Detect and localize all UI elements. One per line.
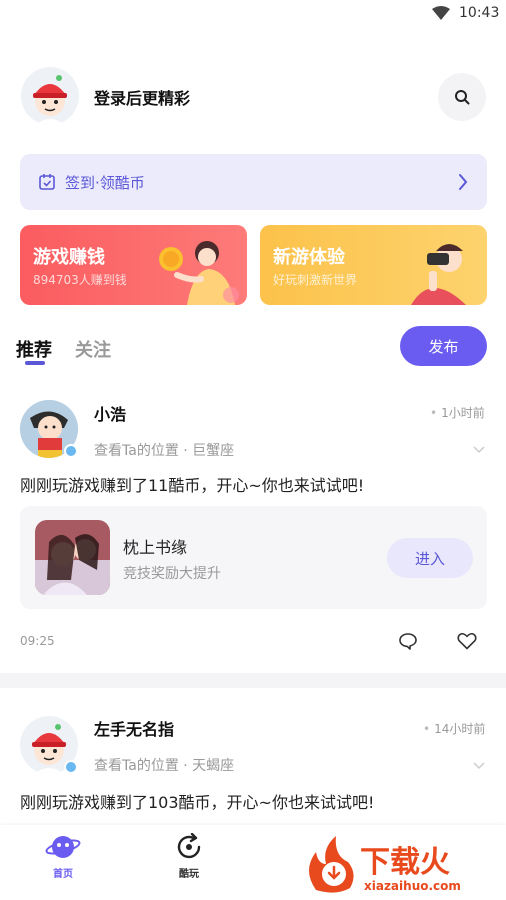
refresh-circle-icon bbox=[177, 833, 201, 859]
status-bar: 10:43 bbox=[0, 0, 506, 28]
game-name: 枕上书缘 bbox=[123, 538, 188, 557]
game-cover-art-icon bbox=[35, 520, 110, 595]
cartoon-avatar-icon bbox=[33, 75, 67, 125]
fire-logo-icon: 下载火 xiazaihuo.com bbox=[309, 836, 461, 893]
tab-follow[interactable]: 关注 bbox=[75, 336, 111, 362]
post-time-ago: 14小时前 bbox=[423, 720, 485, 737]
post-author-name[interactable]: 左手无名指 bbox=[94, 716, 174, 740]
post-text: 刚刚玩游戏赚到了103酷币，开心~你也来试试吧! bbox=[20, 793, 375, 812]
verified-badge-icon bbox=[64, 760, 78, 774]
vr-player-illustration-icon bbox=[411, 244, 466, 305]
promo-subtitle: 894703人赚到钱 bbox=[33, 273, 127, 287]
new-game-card[interactable]: 新游体验 好玩刺激新世界 bbox=[260, 225, 487, 305]
search-button[interactable] bbox=[438, 73, 486, 121]
coin-girl-illustration-icon bbox=[159, 241, 239, 305]
search-icon bbox=[455, 90, 470, 105]
chevron-down-icon[interactable] bbox=[473, 446, 485, 454]
login-prompt[interactable]: 登录后更精彩 bbox=[94, 85, 190, 109]
watermark-logo: 下载火 xiazaihuo.com bbox=[302, 834, 502, 896]
verified-badge-icon bbox=[64, 444, 78, 458]
game-cover bbox=[35, 520, 110, 595]
post-time-ago: 1小时前 bbox=[430, 404, 485, 421]
nav-kuwan[interactable]: 酷玩 bbox=[159, 833, 219, 880]
watermark-domain: xiazaihuo.com bbox=[364, 879, 461, 893]
post-divider bbox=[0, 673, 506, 688]
signin-label: 签到·领酷币 bbox=[65, 173, 145, 192]
game-card[interactable]: 枕上书缘 竞技奖励大提升 进入 bbox=[20, 506, 487, 609]
like-heart-icon[interactable] bbox=[457, 632, 477, 650]
nav-home[interactable]: 首页 bbox=[33, 833, 93, 880]
enter-game-button[interactable]: 进入 bbox=[387, 538, 473, 578]
publish-button[interactable]: 发布 bbox=[400, 326, 487, 366]
nav-label: 首页 bbox=[53, 869, 73, 880]
watermark-brand: 下载火 bbox=[360, 845, 450, 880]
earn-money-card[interactable]: 游戏赚钱 894703人赚到钱 bbox=[20, 225, 247, 305]
tab-recommend[interactable]: 推荐 bbox=[16, 336, 52, 362]
promo-title: 新游体验 bbox=[273, 247, 345, 268]
game-description: 竞技奖励大提升 bbox=[123, 566, 221, 582]
planet-icon bbox=[45, 836, 81, 858]
post-location[interactable]: 查看Ta的位置 · 天蝎座 bbox=[94, 755, 234, 775]
calendar-check-icon bbox=[39, 174, 55, 190]
promo-subtitle: 好玩刺激新世界 bbox=[273, 273, 358, 287]
user-avatar[interactable] bbox=[21, 67, 79, 125]
wifi-icon bbox=[432, 6, 450, 20]
post-timestamp: 09:25 bbox=[20, 634, 55, 648]
signin-bar[interactable]: 签到·领酷币 bbox=[20, 154, 487, 210]
post-text: 刚刚玩游戏赚到了11酷币，开心~你也来试试吧! bbox=[20, 476, 365, 495]
tab-indicator bbox=[25, 361, 45, 365]
comment-icon[interactable] bbox=[398, 631, 418, 651]
chevron-right-icon bbox=[459, 174, 468, 190]
promo-title: 游戏赚钱 bbox=[33, 247, 105, 268]
post-location[interactable]: 查看Ta的位置 · 巨蟹座 bbox=[94, 440, 234, 460]
post-author-name[interactable]: 小浩 bbox=[94, 401, 126, 425]
nav-label: 酷玩 bbox=[179, 869, 199, 880]
chevron-down-icon[interactable] bbox=[473, 762, 485, 770]
status-time: 10:43 bbox=[459, 5, 500, 21]
